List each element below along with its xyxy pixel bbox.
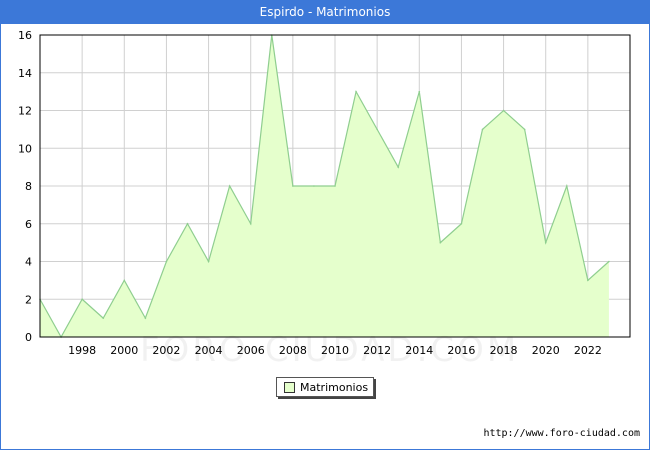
data-point xyxy=(565,185,568,187)
data-point xyxy=(355,90,357,93)
y-tick-label: 4 xyxy=(25,256,32,269)
data-point xyxy=(186,222,189,225)
y-tick-label: 0 xyxy=(25,331,32,344)
legend: Matrimonios xyxy=(276,377,374,397)
data-point xyxy=(502,109,505,112)
data-point xyxy=(123,279,126,282)
y-tick-label: 14 xyxy=(18,67,32,80)
data-point xyxy=(102,317,105,319)
y-tick-label: 10 xyxy=(18,142,32,155)
data-point xyxy=(165,260,168,263)
data-point xyxy=(587,279,589,282)
data-point xyxy=(460,222,463,225)
area-chart: 02468101214161998 2000 2002 2004 2006 2008 201… xyxy=(18,29,631,357)
y-tick-label: 2 xyxy=(25,293,32,306)
watermark: FORO-CIUDAD.COM xyxy=(140,330,520,370)
data-point xyxy=(523,128,526,131)
y-tick-label: 8 xyxy=(25,180,32,193)
data-point xyxy=(418,90,421,93)
data-point xyxy=(334,185,336,187)
x-tick-label: 2000 xyxy=(110,344,138,357)
data-point xyxy=(439,241,442,244)
x-tick-label: 2022 xyxy=(574,344,602,357)
y-tick-label: 6 xyxy=(25,218,32,231)
legend-label: Matrimonios xyxy=(300,380,369,394)
data-point xyxy=(544,241,547,244)
data-point xyxy=(292,185,294,187)
data-point xyxy=(144,317,147,319)
data-point xyxy=(249,222,252,225)
legend-swatch xyxy=(284,381,295,393)
data-point xyxy=(608,260,610,263)
y-tick-label: 16 xyxy=(18,29,32,42)
data-point xyxy=(376,128,378,131)
data-point xyxy=(228,185,231,187)
data-point xyxy=(207,260,210,263)
chart-title: Espirdo - Matrimonios xyxy=(0,0,650,24)
data-point xyxy=(397,166,400,168)
y-tick-label: 12 xyxy=(18,105,32,118)
data-point xyxy=(313,185,315,187)
x-tick-label: 1998 xyxy=(68,344,96,357)
source-link[interactable]: http://www.foro-ciudad.com xyxy=(483,428,640,439)
data-point xyxy=(481,128,484,131)
data-point xyxy=(81,298,83,301)
x-tick-label: 2020 xyxy=(532,344,560,357)
